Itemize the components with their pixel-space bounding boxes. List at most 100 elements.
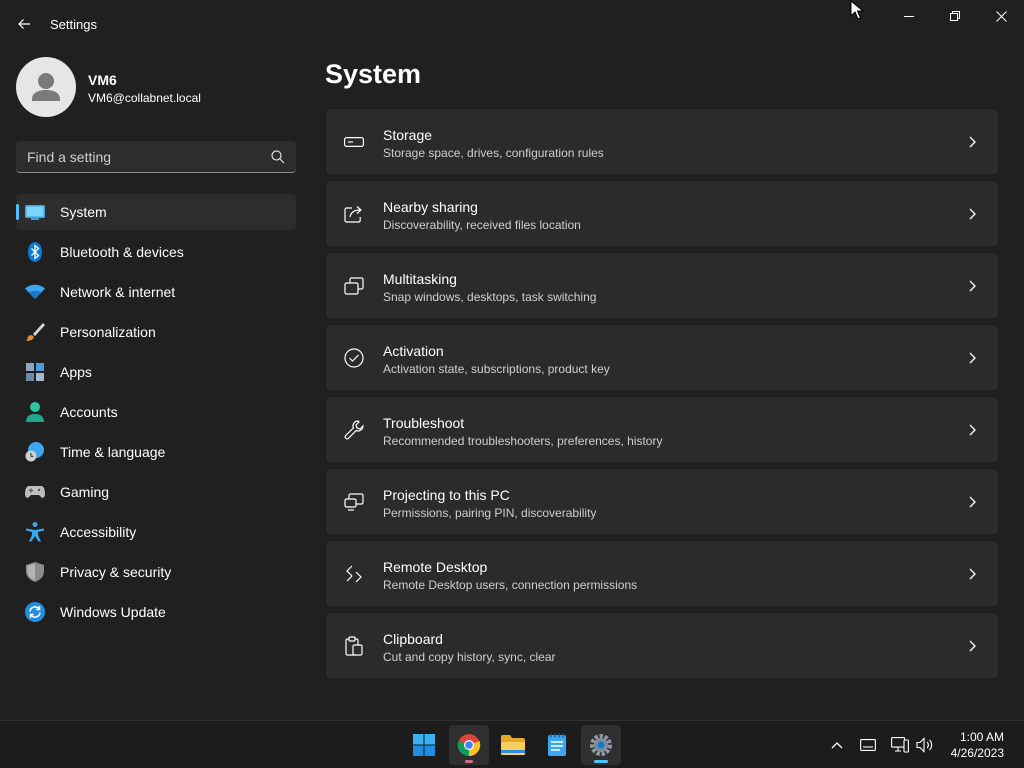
sidebar-item-label: Windows Update — [60, 604, 166, 620]
restore-icon — [950, 11, 960, 21]
sidebar-item-gaming[interactable]: Gaming — [16, 474, 296, 510]
file-explorer-icon — [501, 735, 525, 755]
globe-clock-icon — [25, 442, 45, 462]
accessibility-icon — [25, 522, 45, 542]
apps-icon — [25, 362, 45, 382]
search-box[interactable] — [16, 141, 296, 173]
network-icon — [891, 737, 909, 753]
sidebar-item-label: Accounts — [60, 404, 118, 420]
tray-network-button[interactable] — [890, 735, 910, 755]
wifi-icon — [25, 282, 45, 302]
taskbar-notepad-button[interactable] — [537, 725, 577, 765]
sidebar-item-label: Privacy & security — [60, 564, 172, 580]
chrome-icon — [457, 734, 481, 757]
shield-icon — [25, 562, 45, 582]
notepad-icon — [548, 733, 566, 756]
card-multitasking[interactable]: Multitasking Snap windows, desktops, tas… — [325, 252, 999, 319]
gamepad-icon — [25, 482, 45, 502]
minimize-icon — [904, 16, 914, 17]
person-icon — [25, 402, 45, 422]
sidebar-item-network[interactable]: Network & internet — [16, 274, 296, 310]
start-icon — [413, 734, 435, 756]
settings-icon — [590, 734, 612, 756]
card-activation[interactable]: Activation Activation state, subscriptio… — [325, 324, 999, 391]
app-title: Settings — [50, 17, 97, 32]
active-indicator — [594, 760, 608, 763]
chevron-right-icon — [969, 136, 976, 148]
sidebar-item-accessibility[interactable]: Accessibility — [16, 514, 296, 550]
sidebar-item-accounts[interactable]: Accounts — [16, 394, 296, 430]
back-arrow-icon — [18, 19, 30, 29]
sidebar-item-label: Gaming — [60, 484, 110, 500]
chevron-right-icon — [969, 640, 976, 652]
remote-desktop-icon — [343, 563, 365, 585]
card-title: Remote Desktop — [383, 559, 488, 575]
avatar[interactable] — [16, 57, 76, 117]
share-icon — [343, 203, 365, 225]
back-button[interactable] — [10, 12, 38, 36]
taskbar-settings-button[interactable] — [581, 725, 621, 765]
clock-date[interactable]: 4/26/2023 — [930, 746, 1004, 760]
card-storage[interactable]: Storage Storage space, drives, configura… — [325, 108, 999, 175]
search-icon[interactable] — [270, 149, 286, 165]
sidebar-item-system[interactable]: System — [16, 194, 296, 230]
keyboard-icon — [860, 739, 876, 751]
sidebar-item-label: System — [60, 204, 107, 220]
card-title: Projecting to this PC — [383, 487, 510, 503]
minimize-button[interactable] — [886, 0, 932, 32]
title-bar: Settings — [0, 0, 1024, 48]
taskbar-start-button[interactable] — [404, 725, 444, 765]
settings-list: Storage Storage space, drives, configura… — [325, 108, 999, 684]
sidebar-item-label: Apps — [60, 364, 92, 380]
storage-icon — [343, 131, 365, 153]
page-title: System — [325, 59, 422, 89]
card-title: Troubleshoot — [383, 415, 465, 431]
card-subtitle: Snap windows, desktops, task switching — [383, 290, 597, 304]
bluetooth-icon — [25, 242, 45, 262]
card-nearby-sharing[interactable]: Nearby sharing Discoverability, received… — [325, 180, 999, 247]
card-title: Multitasking — [383, 271, 457, 287]
card-title: Clipboard — [383, 631, 443, 647]
sidebar-item-label: Bluetooth & devices — [60, 244, 184, 260]
sidebar-item-personalization[interactable]: Personalization — [16, 314, 296, 350]
check-circle-icon — [343, 347, 365, 369]
card-subtitle: Discoverability, received files location — [383, 218, 581, 232]
search-input[interactable] — [16, 141, 266, 172]
chevron-right-icon — [969, 496, 976, 508]
chevron-up-icon — [831, 742, 843, 749]
chevron-right-icon — [969, 568, 976, 580]
clock-time[interactable]: 1:00 AM — [940, 730, 1004, 744]
card-projecting[interactable]: Projecting to this PC Permissions, pairi… — [325, 468, 999, 535]
update-icon — [25, 602, 45, 622]
sidebar-item-label: Accessibility — [60, 524, 137, 540]
card-subtitle: Activation state, subscriptions, product… — [383, 362, 610, 376]
card-remote-desktop[interactable]: Remote Desktop Remote Desktop users, con… — [325, 540, 999, 607]
profile-name: VM6 — [88, 72, 117, 88]
show-hidden-icons-button[interactable] — [827, 735, 847, 755]
sidebar-item-bluetooth[interactable]: Bluetooth & devices — [16, 234, 296, 270]
sidebar-item-label: Network & internet — [60, 284, 176, 300]
user-avatar-icon — [32, 73, 60, 101]
card-title: Nearby sharing — [383, 199, 478, 215]
sidebar-item-time-language[interactable]: Time & language — [16, 434, 296, 470]
restore-button[interactable] — [932, 0, 978, 32]
tray-touch-keyboard-button[interactable] — [858, 735, 878, 755]
sidebar-item-apps[interactable]: Apps — [16, 354, 296, 390]
taskbar — [0, 720, 1024, 768]
running-indicator — [465, 760, 473, 763]
sidebar-item-label: Time & language — [60, 444, 166, 460]
card-title: Activation — [383, 343, 444, 359]
mouse-cursor-icon — [850, 0, 864, 20]
taskbar-file-explorer-button[interactable] — [493, 725, 533, 765]
projecting-icon — [343, 491, 365, 513]
card-clipboard[interactable]: Clipboard Cut and copy history, sync, cl… — [325, 612, 999, 679]
chevron-right-icon — [969, 208, 976, 220]
sidebar-item-windows-update[interactable]: Windows Update — [16, 594, 296, 630]
taskbar-chrome-button[interactable] — [449, 725, 489, 765]
sidebar-item-label: Personalization — [60, 324, 156, 340]
card-title: Storage — [383, 127, 433, 143]
close-button[interactable] — [978, 0, 1024, 32]
card-troubleshoot[interactable]: Troubleshoot Recommended troubleshooters… — [325, 396, 999, 463]
multitasking-icon — [343, 275, 365, 297]
sidebar-item-privacy-security[interactable]: Privacy & security — [16, 554, 296, 590]
